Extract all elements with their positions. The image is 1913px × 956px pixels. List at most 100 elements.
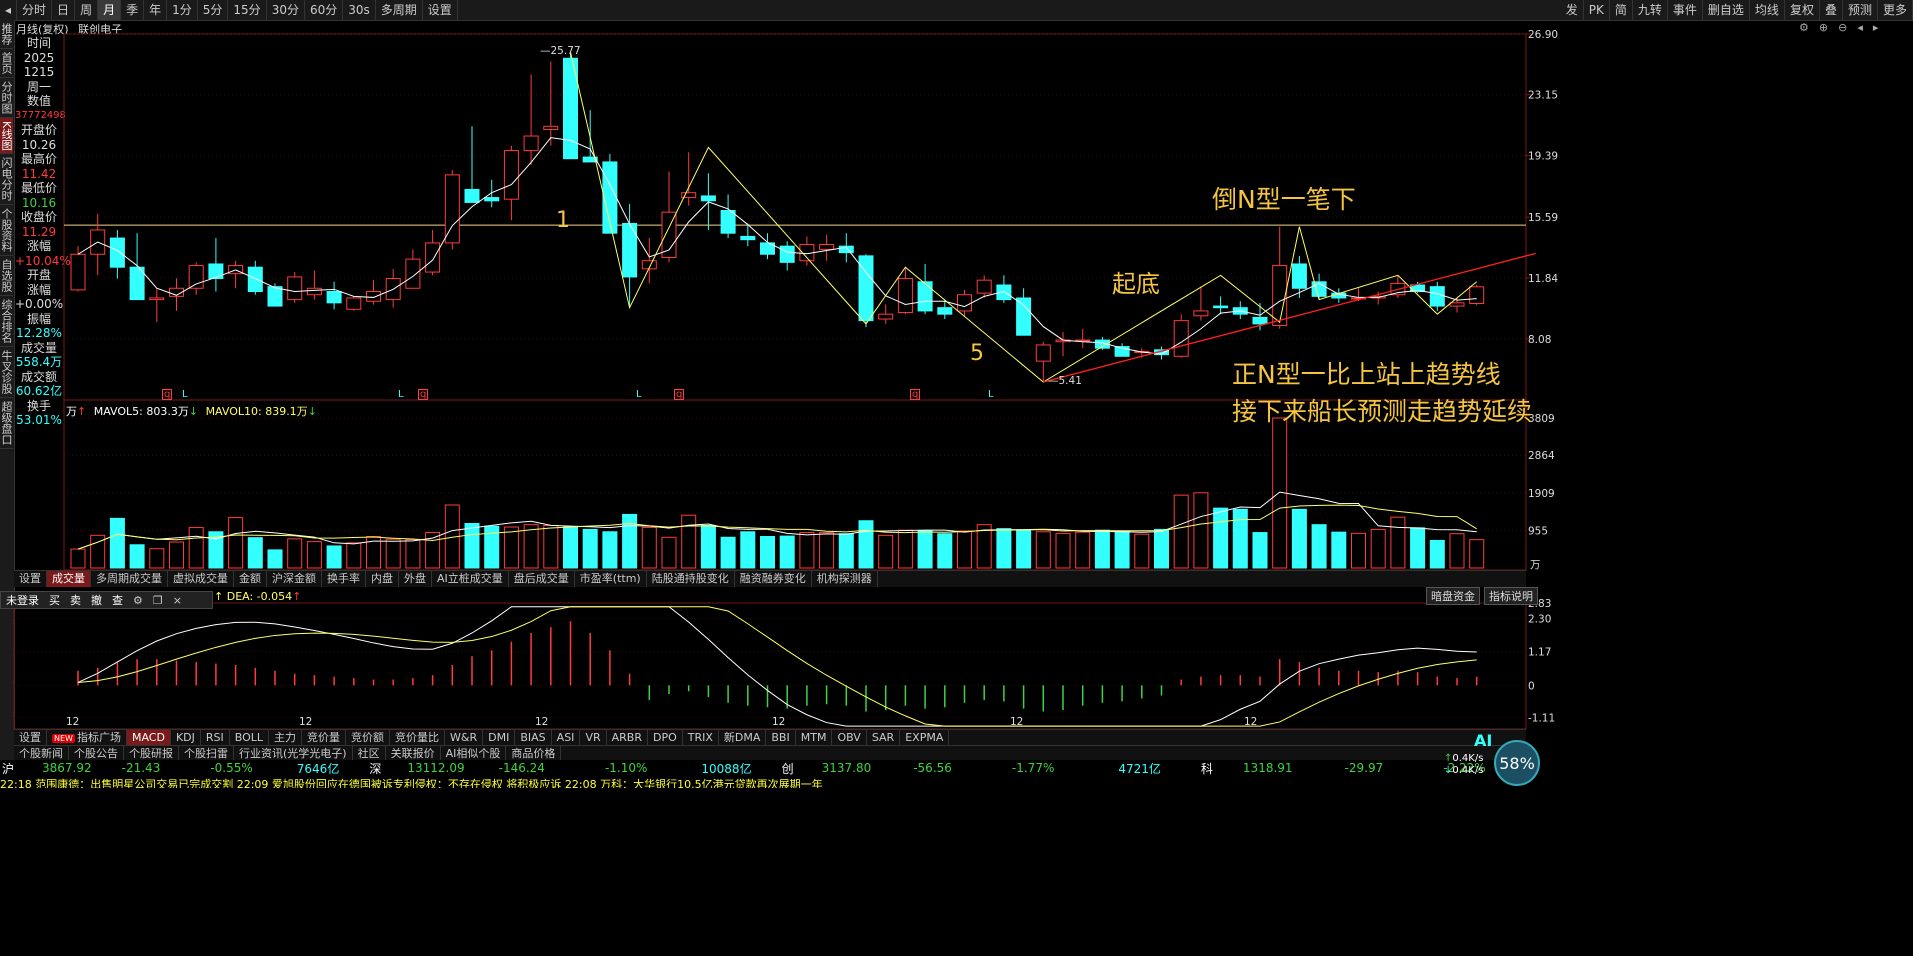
candle-body xyxy=(188,265,204,289)
volume-tab[interactable]: 多周期成交量 xyxy=(91,571,168,587)
upload-speed: 0.4K/s xyxy=(1452,753,1484,764)
price-panel-frame xyxy=(63,33,1527,401)
candle-body xyxy=(1035,344,1051,362)
volume-bar xyxy=(247,537,263,569)
macd-bars xyxy=(77,606,1478,727)
macd-axis-label: 2.30 xyxy=(1528,613,1551,625)
indicator-tab[interactable]: BIAS xyxy=(515,730,552,746)
volume-bar xyxy=(129,544,145,569)
dea-line xyxy=(77,606,1477,727)
volume-bar xyxy=(819,532,835,569)
volume-bar xyxy=(1390,516,1406,569)
volume-tab[interactable]: 融资融券变化 xyxy=(735,571,812,587)
annotation-qidi: 起底 xyxy=(1112,270,1160,298)
candle-body xyxy=(109,237,125,268)
indicator-tab[interactable]: VR xyxy=(580,730,607,746)
indicator-tab-label: BOLL xyxy=(234,731,264,744)
indicator-tab[interactable]: 竞价量比 xyxy=(390,730,446,746)
volume-bar xyxy=(1469,539,1485,569)
indicator-tab[interactable]: MTM xyxy=(796,730,833,746)
macd-button[interactable]: 指标说明 xyxy=(1484,587,1538,605)
indicator-tab[interactable]: BBI xyxy=(766,730,796,746)
volume-axis-unit: 万 xyxy=(1530,559,1541,571)
indicator-tab[interactable]: BOLL xyxy=(230,730,270,746)
indicator-tab[interactable]: NEW 指标广场 xyxy=(47,730,127,746)
volume-tab[interactable]: 换手率 xyxy=(322,571,366,587)
volume-bar xyxy=(188,526,204,569)
x-axis-label: 12 xyxy=(299,716,312,728)
candle-body xyxy=(366,290,381,302)
indicator-tab[interactable]: W&R xyxy=(445,730,484,746)
volume-bar xyxy=(563,526,578,569)
window-icon[interactable]: ❐ xyxy=(153,594,163,607)
candle-body xyxy=(976,279,992,294)
volume-bars xyxy=(70,417,1485,569)
indicator-tab[interactable]: RSI xyxy=(201,730,230,746)
volume-tab[interactable]: 设置 xyxy=(14,571,47,587)
macd-axis-label: 1.17 xyxy=(1528,646,1551,658)
volume-bar xyxy=(897,529,913,569)
signal-marker: q xyxy=(418,389,429,400)
indicator-tab[interactable]: 竞价额 xyxy=(346,730,391,746)
news-ticker[interactable]: 22:18 范围康德：出售明星公司交易已完成交割 22:09 爱旭股份回应在德国… xyxy=(0,776,1913,788)
volume-tab[interactable]: 成交量 xyxy=(47,571,91,587)
macd-button[interactable]: 暗盘资金 xyxy=(1426,587,1480,605)
trade-button[interactable]: 撤 xyxy=(91,592,102,608)
indicator-tab[interactable]: 竞价量 xyxy=(302,730,347,746)
volume-tab[interactable]: 金额 xyxy=(234,571,267,587)
volume-bar xyxy=(267,549,283,569)
volume-tab[interactable]: 机构探测器 xyxy=(812,571,878,587)
indicator-tab[interactable]: TRIX xyxy=(683,730,719,746)
indicator-tab[interactable]: 主力 xyxy=(269,730,303,746)
indicator-tab[interactable]: EXPMA xyxy=(900,730,950,746)
volume-tab[interactable]: AI立桩成交量 xyxy=(432,571,509,587)
volume-bar xyxy=(661,536,677,569)
indicator-tab[interactable]: 新DMA xyxy=(719,730,767,746)
volume-bar xyxy=(582,528,598,569)
sh-change: -21.43 xyxy=(121,761,161,775)
cy-value: 3137.80 xyxy=(821,761,872,775)
indicator-tab[interactable]: ARBR xyxy=(607,730,648,746)
volume-tab[interactable]: 盘后成交量 xyxy=(509,571,575,587)
signal-marker: L xyxy=(182,389,188,400)
volume-bar xyxy=(700,524,716,569)
indicator-tab[interactable]: SAR xyxy=(867,730,901,746)
macd-header: ↑ DEA: -0.054↑ xyxy=(214,590,302,603)
trade-button[interactable]: 未登录 xyxy=(6,592,39,608)
indicator-tab-label: ASI xyxy=(556,731,575,744)
trade-button[interactable]: 买 xyxy=(49,592,60,608)
indicator-tab[interactable]: MACD xyxy=(126,730,171,746)
indicator-tab[interactable]: DMI xyxy=(483,730,516,746)
volume-bar xyxy=(346,542,362,569)
indicator-tab[interactable]: ASI xyxy=(552,730,581,746)
volume-tab[interactable]: 陆股通持股变化 xyxy=(647,571,735,587)
volume-bar xyxy=(405,539,421,569)
speed-gauge[interactable]: 58% xyxy=(1494,740,1540,786)
indicator-tab[interactable]: OBV xyxy=(832,730,867,746)
indicator-tab-label: ARBR xyxy=(611,731,642,744)
volume-tab[interactable]: 虚拟成交量 xyxy=(168,571,234,587)
candle-body xyxy=(897,278,913,314)
volume-tab[interactable]: 市盈率(ttm) xyxy=(575,571,647,587)
indicator-tab[interactable]: DPO xyxy=(648,730,683,746)
trade-button[interactable]: 查 xyxy=(112,592,123,608)
close-icon[interactable]: × xyxy=(173,594,182,607)
volume-tab[interactable]: 沪深金额 xyxy=(267,571,322,587)
indicator-tab[interactable]: 设置 xyxy=(14,730,47,746)
gear-icon[interactable]: ⚙ xyxy=(133,594,143,607)
chart-canvas[interactable]: 26.9023.1519.3915.5911.848.08 3809286419… xyxy=(0,0,1913,760)
kc-value: 1318.91 xyxy=(1242,761,1293,775)
volume-bar xyxy=(720,536,736,569)
trade-button[interactable]: 卖 xyxy=(70,592,81,608)
volume-tab[interactable]: 内盘 xyxy=(366,571,399,587)
annotation-1: 1 xyxy=(556,208,570,233)
volume-axis: 380928641909955 xyxy=(1528,413,1555,537)
candle-body xyxy=(208,263,224,280)
volume-axis-label: 2864 xyxy=(1528,450,1555,462)
candle-body xyxy=(70,253,86,291)
ai-badge[interactable]: AI xyxy=(1474,731,1492,750)
volume-bar xyxy=(878,534,894,569)
indicator-tab[interactable]: KDJ xyxy=(171,730,201,746)
volume-bar xyxy=(641,526,657,569)
volume-tab[interactable]: 外盘 xyxy=(399,571,432,587)
